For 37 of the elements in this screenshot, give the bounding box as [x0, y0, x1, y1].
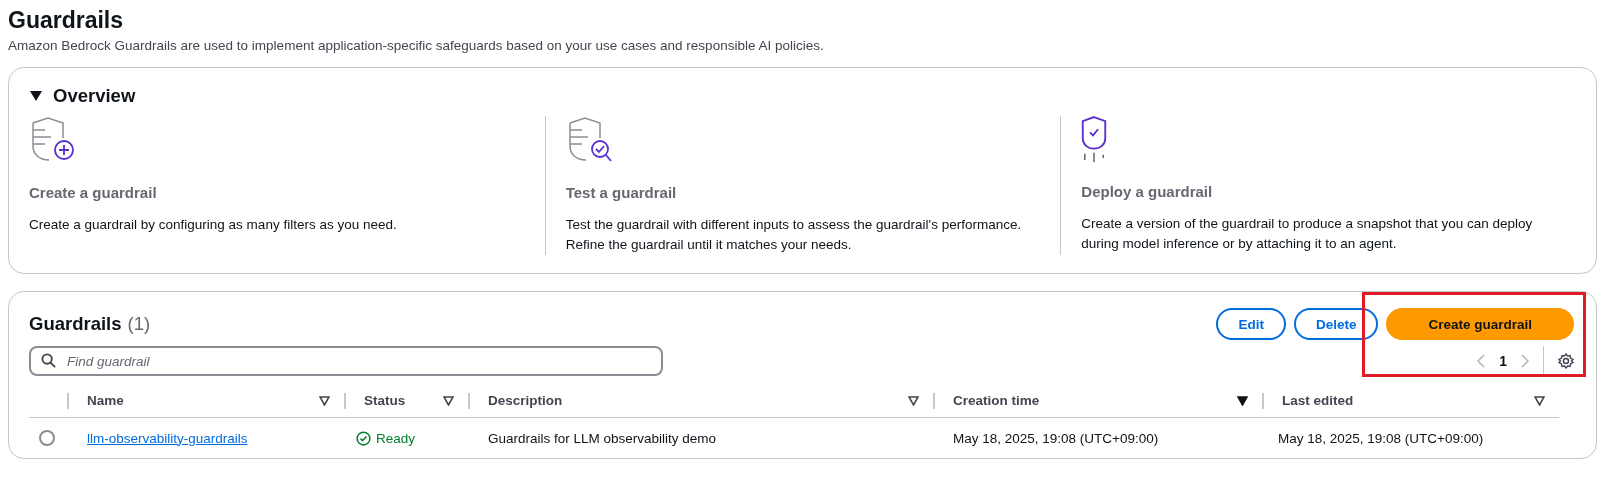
shield-plus-icon [29, 116, 77, 164]
status-text: Ready [356, 430, 416, 446]
column-header[interactable]: Name [87, 393, 319, 408]
page-number[interactable]: 1 [1499, 353, 1507, 369]
column-header[interactable]: Creation time [953, 393, 1237, 408]
search-icon [41, 353, 56, 368]
action-button[interactable]: Delete [1293, 308, 1379, 340]
overview-title[interactable]: Overview [53, 84, 136, 108]
page-description: Amazon Bedrock Guardrails are used to implement application-specific safeguards based on your use cases and responsible AI policies. [8, 38, 824, 53]
caret-icon[interactable] [29, 90, 43, 102]
step-title: Deploy a guardrail [1081, 183, 1213, 200]
settings-icon[interactable] [1558, 353, 1574, 369]
primary-button[interactable]: Create guardrail [1386, 308, 1574, 340]
step-text: Create a guardrail by configuring as many filters as you need. [29, 216, 397, 234]
column-header[interactable]: Status [364, 393, 443, 408]
step-title: Test a guardrail [565, 184, 677, 201]
row-radio[interactable] [39, 430, 55, 446]
page-title: Guardrails [8, 6, 124, 34]
sort-icon[interactable] [319, 395, 330, 406]
guardrail-link[interactable]: llm-observability-guardrails [87, 430, 248, 446]
table-cell: Guardrails for LLM observability demo [488, 430, 717, 446]
step-title: Create a guardrail [29, 184, 157, 201]
search-field[interactable]: Find guardrail [29, 346, 663, 376]
step-text: Create a version of the guardrail to produce a snapshot that you can deploy during model inference or by attaching it to an agent. [1081, 215, 1534, 253]
step-text: Test the guardrail with different inputs to assess the guardrail's performance. Refine the guardrail until it matches your needs. [565, 216, 1023, 254]
action-button[interactable]: Edit [1216, 308, 1286, 340]
sort-icon[interactable] [908, 395, 919, 406]
shield-check-icon [1081, 116, 1108, 163]
check-circle-icon [356, 430, 371, 446]
sort-icon[interactable] [443, 395, 454, 406]
table-cell: May 18, 2025, 19:08 (UTC+09:00) [953, 430, 1159, 446]
column-header[interactable]: Description [488, 393, 908, 408]
sorted-icon[interactable] [1237, 395, 1248, 406]
column-header[interactable]: Last edited [1282, 393, 1534, 408]
table-title: Guardrails (1) [29, 312, 151, 336]
sort-icon[interactable] [1534, 395, 1545, 406]
table-cell: May 18, 2025, 19:08 (UTC+09:00) [1278, 430, 1484, 446]
